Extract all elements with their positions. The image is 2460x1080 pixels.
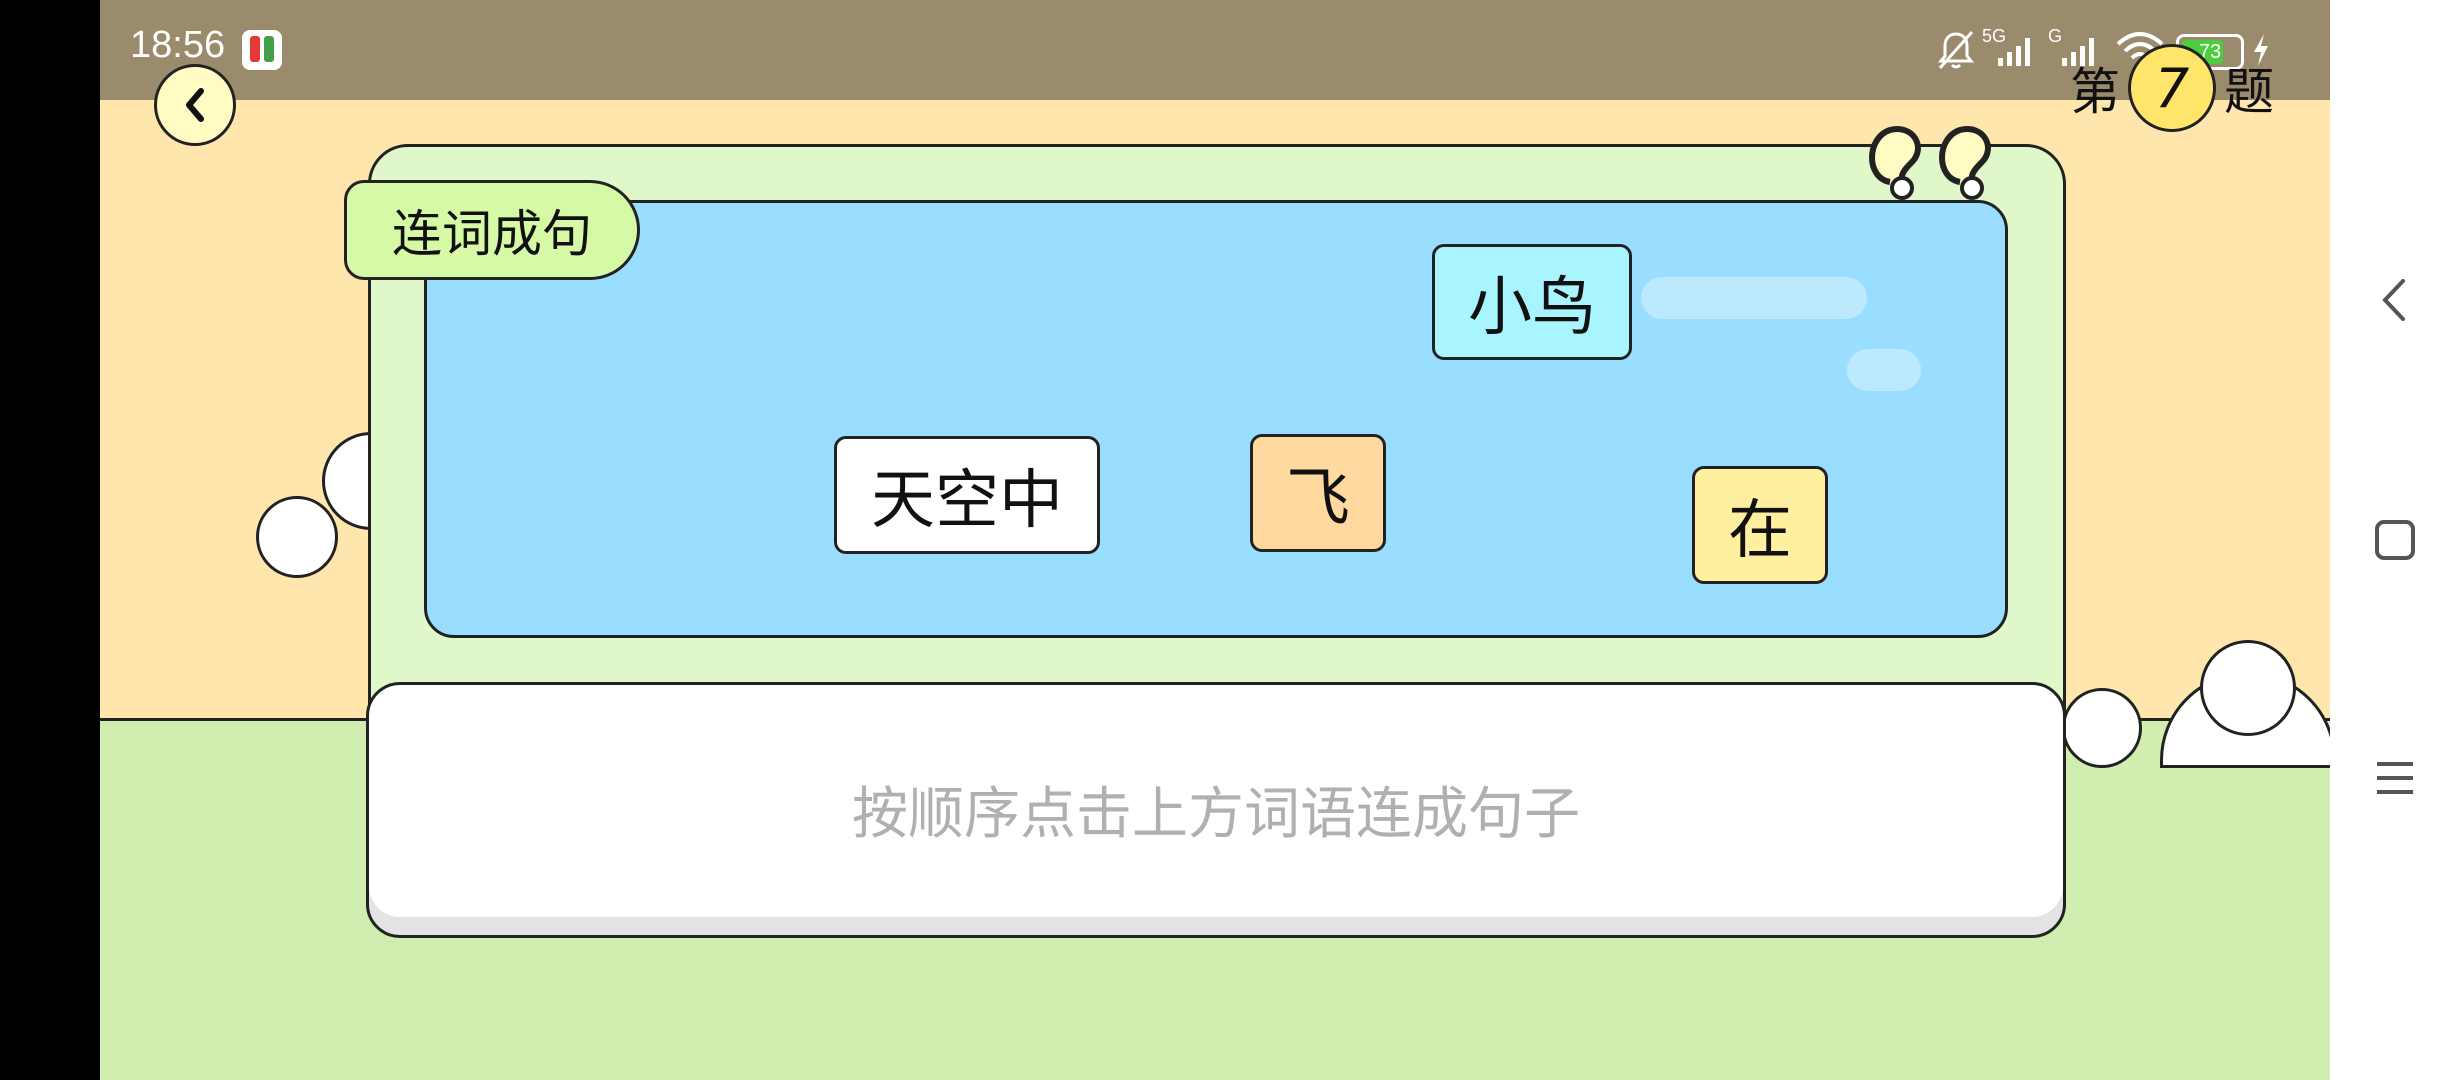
home-square-icon [2375, 520, 2415, 560]
back-button[interactable] [154, 64, 236, 146]
app-notification-icon [242, 30, 282, 70]
signal-5g-icon [1998, 38, 2030, 66]
word-chip-fei[interactable]: 飞 [1250, 434, 1386, 552]
word-chip-xiaoniao[interactable]: 小鸟 [1432, 244, 1632, 360]
nav-back-button[interactable] [2330, 250, 2460, 350]
question-number: 7 [2128, 44, 2216, 132]
system-navigation-bar [2330, 0, 2460, 1080]
cloud-right-small [2062, 688, 2142, 768]
word-chip-tiankongzhong[interactable]: 天空中 [834, 436, 1100, 554]
mute-icon [1937, 31, 1975, 69]
exercise-title-tag: 连词成句 [344, 180, 640, 280]
chevron-left-icon [186, 88, 204, 122]
word-chip-zai[interactable]: 在 [1692, 466, 1828, 584]
answer-placeholder: 按顺序点击上方词语连成句子 [852, 782, 1580, 847]
counter-prefix: 第 [2070, 63, 2120, 121]
word-chip-label: 在 [1728, 494, 1792, 568]
answer-area[interactable]: 按顺序点击上方词语连成句子 [366, 682, 2066, 938]
cloud-right-top [2200, 640, 2296, 736]
board-shine-small [1847, 349, 1921, 391]
nav-home-button[interactable] [2330, 490, 2460, 590]
nav-menu-button[interactable] [2330, 728, 2460, 828]
counter-suffix: 题 [2224, 63, 2274, 121]
question-counter: 第 7 题 [2070, 44, 2274, 132]
status-bar: 18:56 5G G 73 [100, 0, 2330, 100]
word-chip-label: 天空中 [871, 464, 1063, 538]
word-chip-label: 飞 [1286, 462, 1350, 536]
cloud-small-left [256, 496, 338, 578]
status-time: 18:56 [130, 24, 226, 66]
back-nav-icon [2382, 279, 2405, 321]
menu-lines-icon [2377, 762, 2413, 794]
exercise-title: 连词成句 [392, 205, 592, 263]
word-chip-label: 小鸟 [1468, 271, 1596, 345]
binder-rings-icon [1869, 126, 1991, 200]
board-shine [1641, 277, 1867, 319]
